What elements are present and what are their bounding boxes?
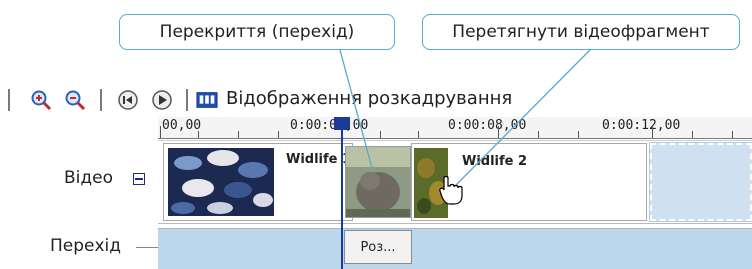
toolbar-separator — [100, 89, 102, 111]
timeline-toolbar: Відображення розкадрування — [0, 84, 752, 116]
ruler-tick — [578, 131, 579, 138]
ruler-tick — [198, 131, 199, 138]
storyboard-icon[interactable] — [196, 89, 218, 111]
playhead[interactable] — [341, 117, 343, 269]
ruler-tick — [732, 131, 733, 138]
video-track-label: Відео — [64, 168, 113, 188]
collapse-icon[interactable] — [133, 173, 145, 185]
ruler-tick — [692, 131, 693, 138]
tick-label: 00,00 — [162, 118, 202, 133]
video-clip-1[interactable]: Widlife 1 — [163, 143, 353, 221]
rewind-icon[interactable] — [117, 89, 139, 111]
clip-thumbnail — [168, 148, 274, 216]
empty-clip-slot[interactable] — [649, 142, 752, 222]
video-clip-2[interactable]: Widlife 2 — [411, 143, 647, 221]
ruler-tick — [160, 126, 161, 138]
toolbar-separator — [186, 89, 188, 111]
overlap-transition-callout: Перекриття (перехід) — [119, 14, 395, 50]
storyboard-view-button-label[interactable]: Відображення розкадрування — [226, 88, 512, 109]
clip-title: Widlife 2 — [462, 154, 528, 169]
track-connector — [136, 247, 158, 248]
ruler-tick — [418, 131, 419, 138]
clip-thumbnail — [414, 148, 448, 218]
overlap-thumbnail — [345, 146, 411, 218]
transition-track-label: Перехід — [50, 236, 122, 256]
ruler-tick — [278, 131, 279, 138]
time-ruler[interactable]: 00,00 0:00:04,00 0:00:08,00 0:00:12,00 — [158, 117, 752, 139]
drag-clip-callout: Перетягнути відеофрагмент — [422, 14, 740, 50]
ruler-tick — [538, 131, 539, 138]
playhead-handle[interactable] — [334, 117, 350, 130]
ruler-tick — [652, 126, 653, 138]
ruler-tick — [498, 126, 499, 138]
ruler-tick — [380, 131, 381, 138]
play-icon[interactable] — [151, 89, 173, 111]
zoom-in-icon[interactable] — [30, 89, 52, 111]
tick-label: 0:00:04,00 — [290, 118, 369, 133]
tick-label: 0:00:12,00 — [602, 118, 681, 133]
tick-label: 0:00:08,00 — [448, 118, 527, 133]
toolbar-separator — [8, 89, 10, 111]
ruler-tick — [238, 131, 239, 138]
transition-track[interactable] — [158, 228, 752, 269]
zoom-out-icon[interactable] — [64, 89, 86, 111]
transition-item[interactable]: Роз... — [344, 230, 412, 264]
